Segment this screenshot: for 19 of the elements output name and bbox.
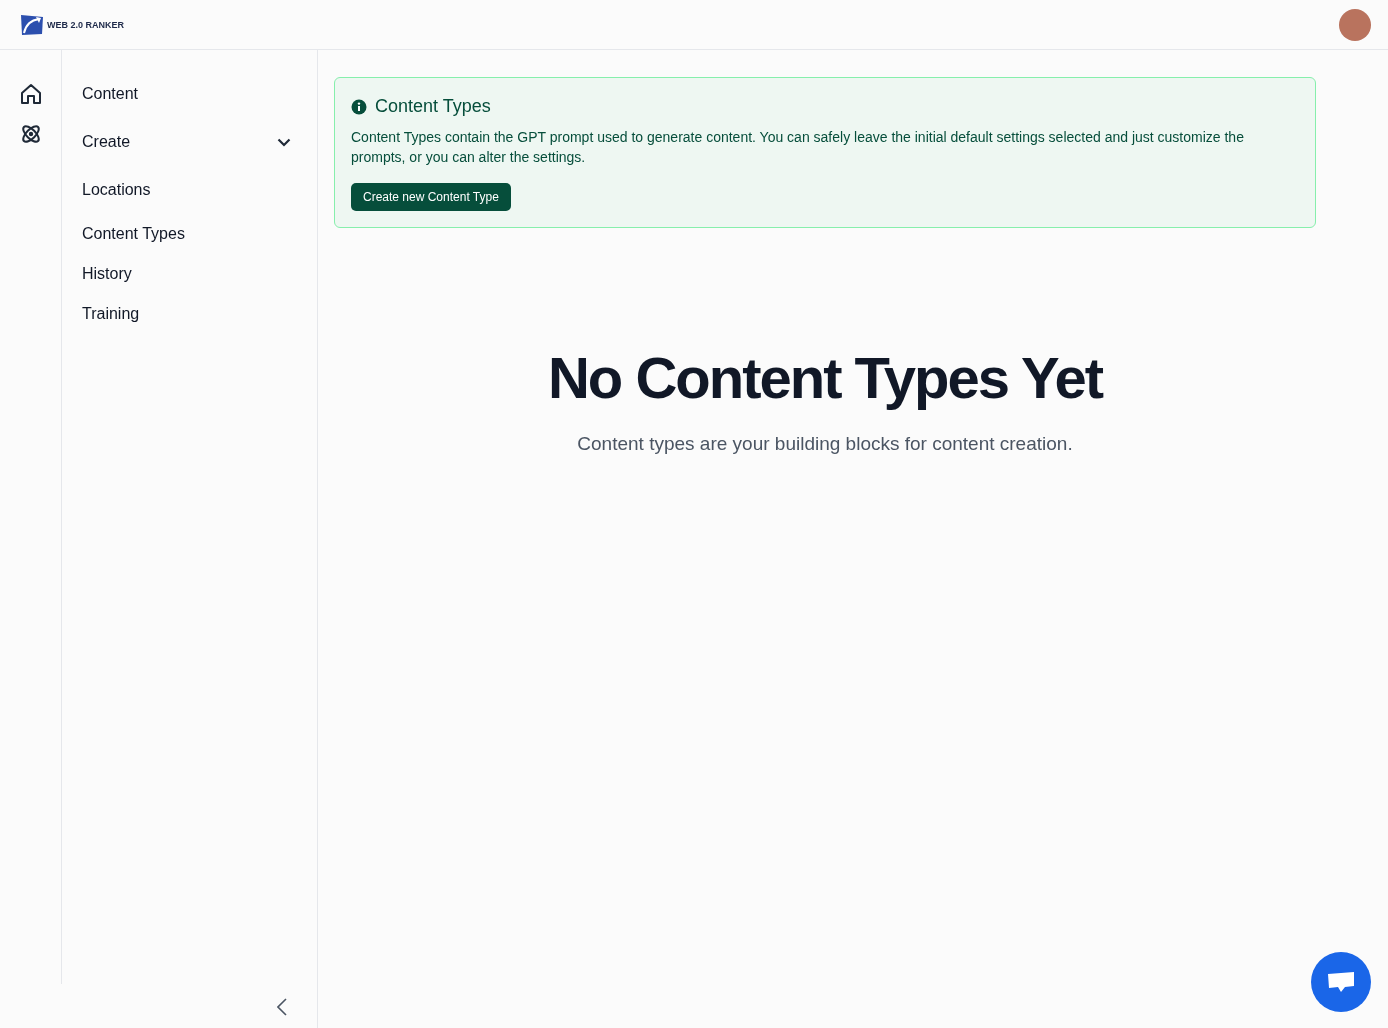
empty-subtitle: Content types are your building blocks for content creation. bbox=[576, 433, 1074, 455]
nav-item[interactable]: Training bbox=[82, 294, 317, 334]
empty-title: No Content Types Yet bbox=[546, 344, 1104, 411]
panel-text: Content Types contain the GPT prompt used to generate content. You can safely leave the initial default settings selected and just customize the prompts, or you can alter the settings. bbox=[351, 128, 1245, 167]
nav-item[interactable]: Content bbox=[82, 70, 317, 118]
info-icon bbox=[351, 98, 367, 115]
nav-item[interactable]: Create bbox=[82, 118, 317, 166]
panel-title: Content Types bbox=[375, 96, 491, 117]
home-icon[interactable] bbox=[18, 82, 43, 106]
create-button[interactable]: Create new Content Type bbox=[351, 183, 511, 211]
logo-icon bbox=[20, 13, 44, 36]
nav-item[interactable]: Content Types bbox=[82, 214, 317, 254]
chevron-icon bbox=[277, 137, 291, 147]
chat-button[interactable] bbox=[1311, 952, 1371, 1012]
nav-item[interactable]: Locations bbox=[82, 166, 317, 214]
avatar[interactable] bbox=[1339, 8, 1371, 41]
logo-text: WEB 2.0 RANKER bbox=[47, 19, 124, 30]
nav-item[interactable]: History bbox=[82, 254, 317, 294]
collapse-icon[interactable] bbox=[277, 998, 287, 1016]
